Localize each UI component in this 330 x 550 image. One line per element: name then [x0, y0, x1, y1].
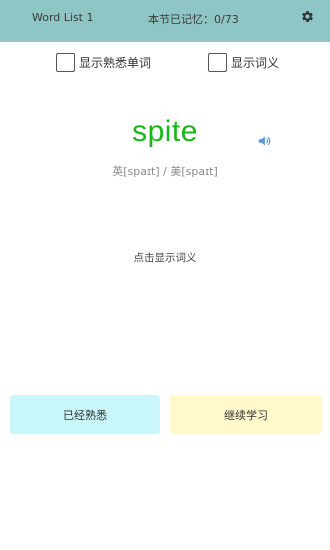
continue-learning-button[interactable]: 继续学习 — [170, 395, 322, 434]
speaker-icon[interactable] — [257, 134, 271, 148]
show-familiar-words-checkbox[interactable]: 显示熟悉单词 — [56, 50, 151, 74]
checkbox-box[interactable] — [56, 52, 75, 72]
word-list-title[interactable]: Word List 1 — [32, 11, 94, 24]
reveal-meaning-prompt[interactable]: 点击显示词义 — [0, 250, 330, 265]
show-familiar-words-label: 显示熟悉单词 — [79, 55, 152, 70]
checkbox-box[interactable] — [208, 52, 227, 72]
show-meaning-checkbox[interactable]: 显示词义 — [208, 50, 279, 74]
continue-learning-label: 继续学习 — [224, 408, 268, 422]
phonetic-transcription: 英[spaɪt] / 美[spaɪt] — [112, 165, 218, 178]
already-known-label: 已经熟悉 — [63, 408, 107, 422]
memorized-progress: 本节已记忆：0/73 — [148, 13, 239, 26]
top-bar: Word List 1 本节已记忆：0/73 — [0, 0, 330, 42]
gear-icon[interactable] — [300, 9, 315, 24]
show-meaning-label: 显示词义 — [231, 55, 280, 70]
current-word: spite — [132, 115, 198, 148]
already-known-button[interactable]: 已经熟悉 — [10, 395, 160, 434]
